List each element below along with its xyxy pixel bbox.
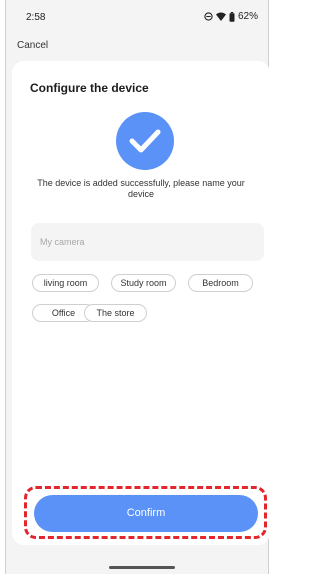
- home-indicator[interactable]: [109, 566, 175, 569]
- wifi-icon: [215, 12, 226, 21]
- chip-bedroom[interactable]: Bedroom: [188, 274, 253, 292]
- chip-study-room[interactable]: Study room: [111, 274, 176, 292]
- device-name-input[interactable]: [31, 223, 264, 261]
- status-bar: 2:58 62%: [6, 0, 268, 34]
- phone-screen: 2:58 62% Cancel Configure the device The…: [5, 0, 270, 574]
- do-not-disturb-icon: [204, 12, 213, 21]
- battery-percentage: 62%: [237, 11, 258, 22]
- status-icons: 62%: [204, 11, 258, 22]
- chip-living-room[interactable]: living room: [32, 274, 99, 292]
- configure-card: Configure the device The device is added…: [12, 61, 270, 545]
- page-title: Configure the device: [30, 81, 149, 95]
- status-time: 2:58: [26, 12, 46, 23]
- cancel-button[interactable]: Cancel: [17, 40, 48, 51]
- success-check-icon: [116, 112, 174, 170]
- confirm-button[interactable]: Confirm: [34, 495, 258, 532]
- chip-the-store[interactable]: The store: [84, 304, 147, 322]
- battery-icon: [229, 11, 235, 22]
- success-message: The device is added successfully, please…: [37, 178, 245, 199]
